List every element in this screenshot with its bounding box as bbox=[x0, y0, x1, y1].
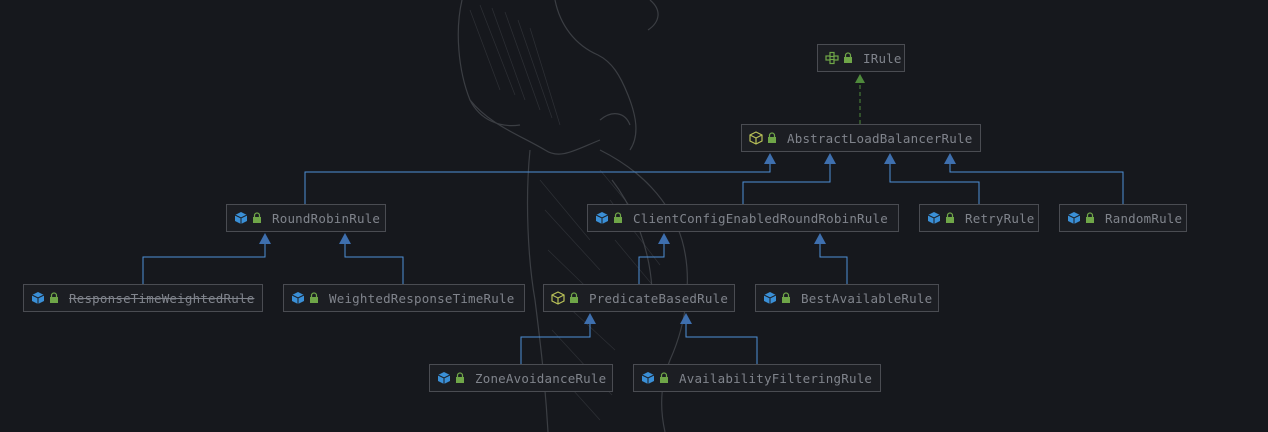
edge-availabilityfilteringrule-predicatebasedrule bbox=[685, 321, 758, 364]
lock-icon bbox=[782, 292, 790, 303]
interface-icon bbox=[825, 51, 839, 65]
edge-roundrobinrule-abstractloadbalancerrule bbox=[304, 161, 771, 204]
extends-arrowhead bbox=[944, 153, 956, 164]
extends-arrowhead bbox=[764, 153, 776, 164]
node-zoneavoidancerule[interactable]: ZoneAvoidanceRule bbox=[429, 364, 613, 392]
edge-zoneavoidancerule-predicatebasedrule bbox=[520, 321, 591, 364]
lock-icon bbox=[310, 292, 318, 303]
lock-icon bbox=[456, 372, 464, 383]
node-label: PredicateBasedRule bbox=[589, 290, 729, 306]
class-icon bbox=[927, 212, 941, 224]
class-icon bbox=[763, 292, 777, 304]
class-icon bbox=[291, 292, 305, 304]
node-label: RetryRule bbox=[965, 210, 1035, 226]
class-icon bbox=[234, 212, 248, 224]
lock-icon bbox=[50, 292, 58, 303]
node-roundrobinrule[interactable]: RoundRobinRule bbox=[226, 204, 386, 232]
node-availabilityfilteringrule[interactable]: AvailabilityFilteringRule bbox=[633, 364, 881, 392]
edge-bestavailablerule-clientconfig bbox=[819, 241, 848, 284]
node-label: RoundRobinRule bbox=[272, 210, 381, 226]
edge-responsetimeweightedrule-roundrobinrule bbox=[142, 241, 266, 284]
edge-clientconfig-abstractloadbalancerrule bbox=[742, 161, 831, 204]
node-weightedresponsetimerule[interactable]: WeightedResponseTimeRule bbox=[283, 284, 525, 312]
extends-arrowhead bbox=[680, 313, 692, 324]
node-label: ResponseTimeWeightedRule bbox=[69, 290, 255, 306]
lock-icon bbox=[844, 52, 852, 63]
lock-icon bbox=[660, 372, 668, 383]
lock-icon bbox=[570, 292, 578, 303]
node-label: BestAvailableRule bbox=[801, 290, 933, 306]
node-responsetimeweightedrule[interactable]: ResponseTimeWeightedRule bbox=[23, 284, 263, 312]
lock-icon bbox=[1086, 212, 1094, 223]
edge-retryrule-abstractloadbalancerrule bbox=[889, 161, 980, 204]
lock-icon bbox=[768, 132, 776, 143]
node-abstractloadbalancerrule[interactable]: AbstractLoadBalancerRule bbox=[741, 124, 981, 152]
extends-arrowhead bbox=[584, 313, 596, 324]
extends-arrowhead bbox=[259, 233, 271, 244]
class-icon bbox=[31, 292, 45, 304]
node-label: WeightedResponseTimeRule bbox=[329, 290, 515, 306]
node-clientconfigenabledroundrobinrule[interactable]: ClientConfigEnabledRoundRobinRule bbox=[587, 204, 899, 232]
node-bestavailablerule[interactable]: BestAvailableRule bbox=[755, 284, 939, 312]
node-label: IRule bbox=[863, 50, 902, 66]
implements-arrowhead bbox=[855, 74, 865, 83]
class-icon bbox=[641, 372, 655, 384]
node-label: AvailabilityFilteringRule bbox=[679, 370, 873, 386]
node-label: ClientConfigEnabledRoundRobinRule bbox=[633, 210, 888, 226]
class-icon bbox=[595, 212, 609, 224]
edge-predicatebasedrule-clientconfig bbox=[638, 241, 665, 284]
lock-icon bbox=[614, 212, 622, 223]
abstract-class-icon bbox=[551, 291, 565, 305]
node-label: AbstractLoadBalancerRule bbox=[787, 130, 973, 146]
node-retryrule[interactable]: RetryRule bbox=[919, 204, 1039, 232]
uml-diagram-canvas[interactable]: IRule AbstractLoadBalancerRule RoundRobi… bbox=[0, 0, 1268, 432]
extends-arrowhead bbox=[884, 153, 896, 164]
node-irule[interactable]: IRule bbox=[817, 44, 905, 72]
node-randomrule[interactable]: RandomRule bbox=[1059, 204, 1187, 232]
extends-arrowhead bbox=[824, 153, 836, 164]
edge-weightedresponsetimerule-roundrobinrule bbox=[344, 241, 404, 284]
lock-icon bbox=[946, 212, 954, 223]
lock-icon bbox=[253, 212, 261, 223]
extends-arrowhead bbox=[658, 233, 670, 244]
node-predicatebasedrule[interactable]: PredicateBasedRule bbox=[543, 284, 735, 312]
extends-arrowhead bbox=[339, 233, 351, 244]
node-label: ZoneAvoidanceRule bbox=[475, 370, 607, 386]
extends-arrowhead bbox=[814, 233, 826, 244]
node-label: RandomRule bbox=[1105, 210, 1183, 226]
class-icon bbox=[437, 372, 451, 384]
abstract-class-icon bbox=[749, 131, 763, 145]
class-icon bbox=[1067, 212, 1081, 224]
